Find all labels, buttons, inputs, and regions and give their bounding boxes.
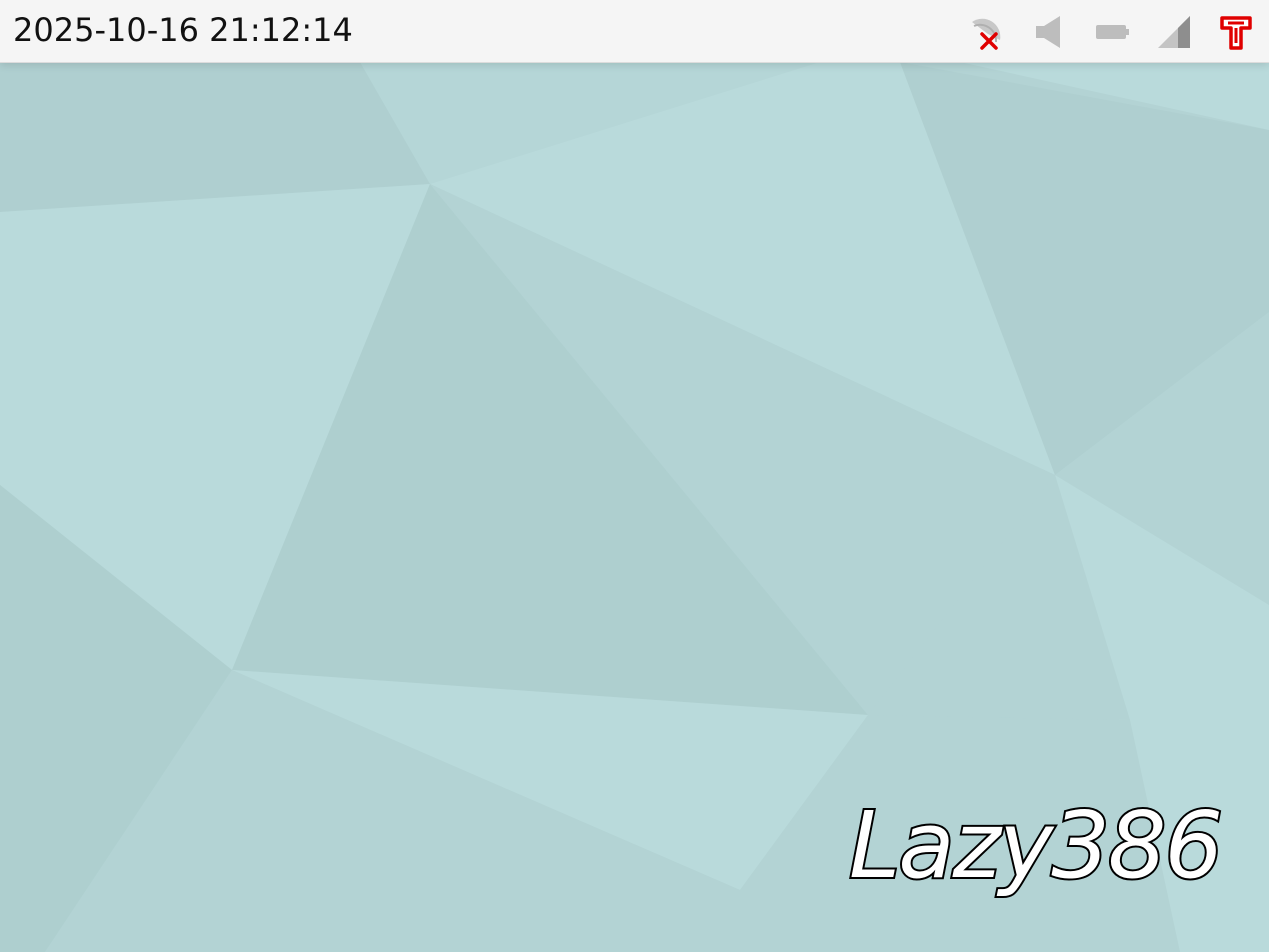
- network-disconnected-icon[interactable]: [966, 12, 1006, 52]
- signal-icon[interactable]: [1154, 12, 1194, 52]
- clock[interactable]: 2025-10-16 21:12:14: [13, 10, 353, 50]
- input-method-icon[interactable]: [1216, 12, 1256, 52]
- top-panel: 2025-10-16 21:12:14: [0, 0, 1269, 63]
- volume-icon[interactable]: [1028, 12, 1068, 52]
- desktop-screen: 2025-10-16 21:12:14 Lazy386: [0, 0, 1269, 952]
- battery-icon[interactable]: [1092, 12, 1132, 52]
- distro-brand-logo: Lazy386: [847, 792, 1225, 899]
